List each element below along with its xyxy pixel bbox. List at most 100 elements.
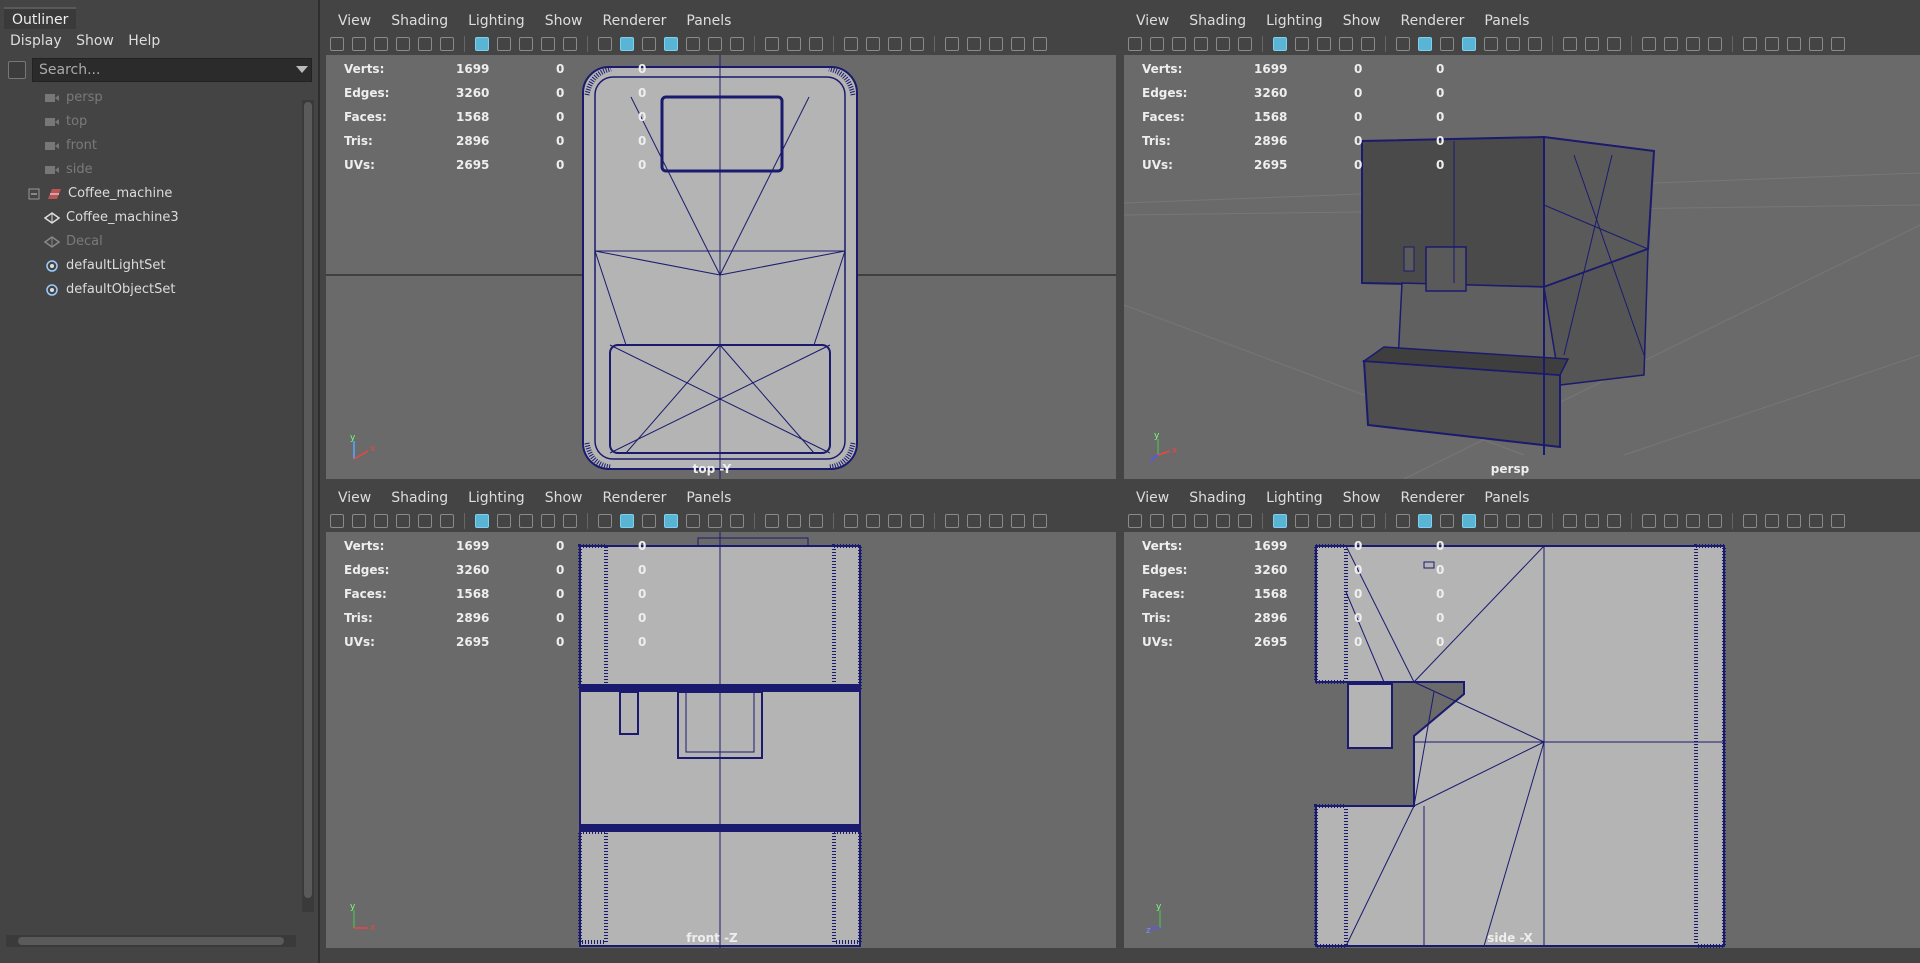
- shaded-wireframe-icon[interactable]: [642, 514, 656, 528]
- menu-lighting[interactable]: Lighting: [468, 486, 525, 510]
- viewport-scene[interactable]: Verts: 1699 0 0 Edges: 3260 0 0 Faces: 1568 0 0 Tris…: [1124, 55, 1920, 479]
- film-gate-icon[interactable]: [1295, 37, 1309, 51]
- outliner-menu-display[interactable]: Display: [10, 29, 62, 53]
- viewport-persp[interactable]: View Shading Lighting Show Renderer Panels Ve…: [1124, 9, 1920, 479]
- field-chart-icon[interactable]: [563, 514, 577, 528]
- shaded-wireframe-icon[interactable]: [642, 37, 656, 51]
- textured-icon[interactable]: [686, 37, 700, 51]
- hud-icon[interactable]: [1033, 514, 1047, 528]
- menu-panels[interactable]: Panels: [686, 9, 731, 33]
- menu-shading[interactable]: Shading: [1189, 486, 1246, 510]
- smooth-shade-icon[interactable]: [620, 514, 634, 528]
- xray-comp-icon[interactable]: [910, 37, 924, 51]
- menu-panels[interactable]: Panels: [1484, 9, 1529, 33]
- shadows-icon[interactable]: [1528, 37, 1542, 51]
- xray-active-icon[interactable]: [888, 37, 902, 51]
- camera-attributes-icon[interactable]: [1150, 37, 1164, 51]
- film-gate-icon[interactable]: [497, 514, 511, 528]
- textured-icon[interactable]: [1484, 514, 1498, 528]
- grid-icon[interactable]: [1273, 37, 1287, 51]
- field-chart-icon[interactable]: [563, 37, 577, 51]
- filter-icon[interactable]: [8, 61, 26, 79]
- bookmark-icon[interactable]: [1172, 37, 1186, 51]
- gate-mask-icon[interactable]: [541, 37, 555, 51]
- gate-mask-icon[interactable]: [1339, 37, 1353, 51]
- menu-renderer[interactable]: Renderer: [1400, 9, 1464, 33]
- select-camera-icon[interactable]: [330, 37, 344, 51]
- anti-aliasing-icon[interactable]: [1607, 514, 1621, 528]
- camera-attributes-icon[interactable]: [1150, 514, 1164, 528]
- lights-icon[interactable]: [1506, 37, 1520, 51]
- xray-joints-icon[interactable]: [1664, 37, 1678, 51]
- menu-show[interactable]: Show: [1343, 9, 1381, 33]
- image-plane-icon[interactable]: [1194, 37, 1208, 51]
- backface-icon[interactable]: [1809, 37, 1823, 51]
- menu-view[interactable]: View: [338, 486, 371, 510]
- wireframe-icon[interactable]: [598, 37, 612, 51]
- field-chart-icon[interactable]: [1361, 37, 1375, 51]
- menu-panels[interactable]: Panels: [1484, 486, 1529, 510]
- xray-icon[interactable]: [664, 37, 678, 51]
- lights-icon[interactable]: [1506, 514, 1520, 528]
- menu-shading[interactable]: Shading: [391, 486, 448, 510]
- frame-all-icon[interactable]: [945, 514, 959, 528]
- select-camera-icon[interactable]: [330, 514, 344, 528]
- hud-icon[interactable]: [1033, 37, 1047, 51]
- ssao-icon[interactable]: [765, 37, 779, 51]
- 2d-pan-zoom-icon[interactable]: [440, 37, 454, 51]
- xray-joints-icon[interactable]: [866, 37, 880, 51]
- menu-renderer[interactable]: Renderer: [1400, 486, 1464, 510]
- two-side-icon[interactable]: [989, 514, 1003, 528]
- xray-comp-icon[interactable]: [910, 514, 924, 528]
- tree-item-default-object-set[interactable]: defaultObjectSet: [44, 278, 175, 302]
- frame-selected-icon[interactable]: [1765, 514, 1779, 528]
- shaded-wireframe-icon[interactable]: [1440, 37, 1454, 51]
- grease-pencil-icon[interactable]: [1216, 514, 1230, 528]
- two-side-icon[interactable]: [1787, 37, 1801, 51]
- outliner-menu-help[interactable]: Help: [128, 29, 160, 53]
- textured-icon[interactable]: [686, 514, 700, 528]
- menu-show[interactable]: Show: [1343, 486, 1381, 510]
- backface-icon[interactable]: [1011, 37, 1025, 51]
- wireframe-icon[interactable]: [598, 514, 612, 528]
- tree-item-default-light-set[interactable]: defaultLightSet: [44, 254, 166, 278]
- shaded-wireframe-icon[interactable]: [1440, 514, 1454, 528]
- tree-item-front[interactable]: front: [44, 134, 97, 158]
- anti-aliasing-icon[interactable]: [809, 514, 823, 528]
- menu-renderer[interactable]: Renderer: [602, 486, 666, 510]
- viewport-side[interactable]: View Shading Lighting Show Renderer Panels Ve…: [1124, 486, 1920, 948]
- grid-icon[interactable]: [1273, 514, 1287, 528]
- grid-icon[interactable]: [475, 514, 489, 528]
- camera-attributes-icon[interactable]: [352, 514, 366, 528]
- xray-icon[interactable]: [1462, 37, 1476, 51]
- isolate-select-icon[interactable]: [1642, 37, 1656, 51]
- isolate-select-icon[interactable]: [844, 514, 858, 528]
- menu-show[interactable]: Show: [545, 9, 583, 33]
- frame-selected-icon[interactable]: [967, 37, 981, 51]
- resolution-gate-icon[interactable]: [519, 37, 533, 51]
- isolate-select-icon[interactable]: [844, 37, 858, 51]
- xray-active-icon[interactable]: [1686, 37, 1700, 51]
- grease-pencil-icon[interactable]: [418, 514, 432, 528]
- xray-active-icon[interactable]: [1686, 514, 1700, 528]
- outliner-tab[interactable]: Outliner: [4, 7, 77, 31]
- wireframe-icon[interactable]: [1396, 37, 1410, 51]
- motion-blur-icon[interactable]: [787, 37, 801, 51]
- hud-icon[interactable]: [1831, 514, 1845, 528]
- xray-joints-icon[interactable]: [1664, 514, 1678, 528]
- menu-view[interactable]: View: [1136, 9, 1169, 33]
- ssao-icon[interactable]: [1563, 514, 1577, 528]
- frame-all-icon[interactable]: [1743, 37, 1757, 51]
- ssao-icon[interactable]: [765, 514, 779, 528]
- frame-all-icon[interactable]: [945, 37, 959, 51]
- tree-item-persp[interactable]: persp: [44, 86, 103, 110]
- image-plane-icon[interactable]: [396, 37, 410, 51]
- resolution-gate-icon[interactable]: [1317, 514, 1331, 528]
- lights-icon[interactable]: [708, 514, 722, 528]
- outliner-vertical-scroll-thumb[interactable]: [304, 102, 312, 898]
- xray-comp-icon[interactable]: [1708, 37, 1722, 51]
- wireframe-icon[interactable]: [1396, 514, 1410, 528]
- menu-renderer[interactable]: Renderer: [602, 9, 666, 33]
- chevron-down-icon[interactable]: [296, 66, 308, 73]
- menu-view[interactable]: View: [1136, 486, 1169, 510]
